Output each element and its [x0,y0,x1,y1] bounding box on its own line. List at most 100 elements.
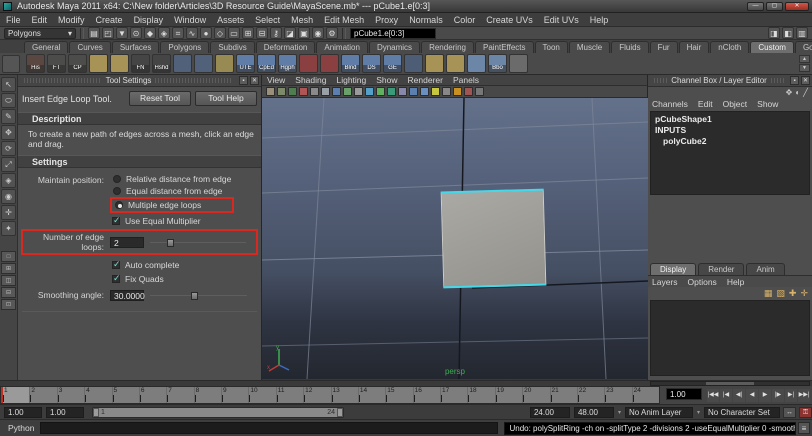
default-material-icon[interactable] [453,87,462,96]
open-scene-icon[interactable]: ◰ [102,27,114,39]
channel-box-menu-item[interactable]: Show [757,99,778,109]
animation-end-field[interactable]: 48.00 [574,407,614,418]
shelf-tab[interactable]: Animation [316,41,368,53]
construction-history-icon[interactable]: ⚷ [270,27,282,39]
playback-end-field[interactable]: 24.00 [530,407,570,418]
menu-item[interactable]: Mesh [291,15,313,25]
shelf-tab[interactable]: Custom [750,41,794,53]
film-gate-icon[interactable] [332,87,341,96]
quick-selection-input[interactable]: pCube1.e[0:3] [350,28,436,39]
maximize-button[interactable]: ▢ [766,2,783,11]
hyperbolic-icon[interactable]: ╱ [803,88,808,98]
channel-list[interactable]: pCubeShape1INPUTSpolyCube2 [650,111,810,195]
auto-keyframe-icon[interactable]: ⚿ [799,407,812,418]
INPUTS[interactable]: INPUTS [655,125,809,136]
frame-tick[interactable]: 22 [577,387,604,403]
reset-tool-button[interactable]: Reset Tool [129,91,191,106]
hand-shelf-icon[interactable] [509,54,528,73]
gold-road2-shelf-icon[interactable] [110,54,129,73]
viewport-menu-item[interactable]: Renderer [408,75,443,85]
shelf-tab[interactable]: Go2Brush [795,41,812,53]
menu-item[interactable]: Create [96,15,123,25]
bbo-shelf-icon[interactable]: Bbo [488,54,507,73]
step-forward-frame-button[interactable]: ▶| [785,389,797,402]
wireframe-icon[interactable] [398,87,407,96]
gate-mask-icon[interactable] [354,87,363,96]
viewport-menu-item[interactable]: View [267,75,285,85]
frame-tick[interactable]: 9 [221,387,248,403]
frame-tick[interactable]: 6 [139,387,166,403]
viewport-menu-item[interactable]: Lighting [336,75,366,85]
shaded-icon[interactable] [409,87,418,96]
panel-drag-handle[interactable] [771,78,784,83]
new-layer-from-selected-icon[interactable]: ✛ [800,288,808,299]
cube-mesh[interactable] [441,190,547,288]
character-set-selector[interactable]: No Character Set [704,407,780,418]
frame-tick[interactable]: 10 [248,387,275,403]
shelf-tab[interactable]: Polygons [160,41,209,53]
frame-tick[interactable]: 7 [166,387,193,403]
layer-editor-tab[interactable]: Anim [746,263,784,275]
frame-tick[interactable]: 17 [440,387,467,403]
command-line-input[interactable] [40,422,498,434]
his-shelf-icon[interactable]: His [26,54,45,73]
four-pane-layout-button[interactable]: ⊞ [1,263,16,274]
frame-tick[interactable]: 5 [112,387,139,403]
sync-icon[interactable]: ↔ [783,407,796,418]
last-tool-icon[interactable]: ✦ [1,221,16,236]
frame-tick[interactable]: 16 [413,387,440,403]
menu-set-selector[interactable]: Polygons ▾ [4,28,76,39]
frame-tick[interactable]: 1 [1,387,29,403]
frame-tick[interactable]: 14 [358,387,385,403]
channel-box-menu-item[interactable]: Channels [652,99,688,109]
select-object-icon[interactable]: ◆ [144,27,156,39]
number-of-edge-loops-field[interactable]: 2 [110,237,144,248]
shelf-tab[interactable]: Rendering [421,41,474,53]
settings-section-header[interactable]: Settings [18,155,261,168]
range-start-handle[interactable] [93,408,99,417]
show-attribute-editor-icon[interactable]: ◨ [768,27,780,39]
puzzle-shelf-icon[interactable] [425,54,444,73]
layer-editor-menu-item[interactable]: Help [727,277,744,287]
input-connections-icon[interactable]: ⊞ [242,27,254,39]
use-equal-multiplier-checkbox[interactable] [112,217,120,225]
cp-shelf-icon[interactable]: CP [68,54,87,73]
shelf-tab[interactable]: Curves [69,41,110,53]
frame-tick[interactable]: 11 [276,387,303,403]
radio-button-icon[interactable] [113,175,121,183]
viewport-menu-item[interactable]: Panels [453,75,479,85]
fix-quads-checkbox[interactable] [112,275,120,283]
cped-shelf-icon[interactable]: CpEd [257,54,276,73]
textured-icon[interactable] [420,87,429,96]
render-current-frame-icon[interactable]: ▣ [298,27,310,39]
auto-complete-checkbox[interactable] [112,261,120,269]
panel-close-icon[interactable]: ✕ [801,76,810,85]
play-forwards-button[interactable]: ▶ [759,389,771,402]
shelf-tab[interactable]: Deformation [256,41,316,53]
smoothing-angle-field[interactable]: 30.0000 [110,290,144,301]
step-forward-key-button[interactable]: |▶ [772,389,784,402]
select-tool-icon[interactable]: ↖ [1,77,16,92]
ge-shelf-icon[interactable]: GE [383,54,402,73]
shelf-tab[interactable]: Toon [535,41,568,53]
puzzle2-shelf-icon[interactable] [446,54,465,73]
panel-drag-handle[interactable] [155,78,233,83]
shelf-tab[interactable]: Fur [650,41,678,53]
menu-item[interactable]: File [6,15,21,25]
field-chart-icon[interactable] [365,87,374,96]
grease-pencil-icon[interactable] [310,87,319,96]
shelf-tab[interactable]: Dynamics [369,41,420,53]
select-hierarchy-icon[interactable]: ⊙ [130,27,142,39]
range-slider-bar[interactable]: 1 24 [92,407,344,418]
hypershade-layout-button[interactable]: ⊡ [1,299,16,310]
polyCube2[interactable]: polyCube2 [655,136,809,147]
layer-list[interactable] [650,300,810,376]
shelf-tab[interactable]: Muscle [569,41,610,53]
menu-item[interactable]: Create UVs [486,15,533,25]
blnd-shelf-icon[interactable]: Blnd [341,54,360,73]
menu-item[interactable]: Proxy [375,15,398,25]
status-line-divider[interactable] [342,28,346,39]
panel-drag-handle[interactable] [24,78,102,83]
grid-toggle-icon[interactable] [321,87,330,96]
go-to-end-button[interactable]: ▶▶| [798,389,810,402]
